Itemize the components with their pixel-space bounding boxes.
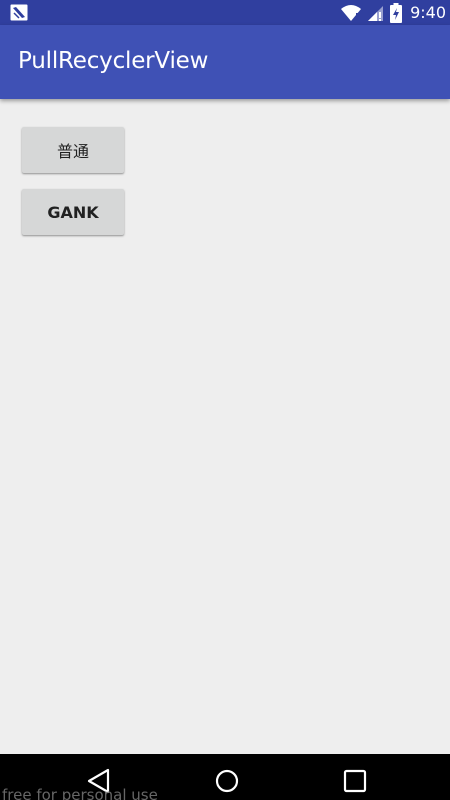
wifi-icon: [341, 4, 362, 22]
app-bar: PullRecyclerView: [0, 25, 450, 99]
main-content: 普通 GANK: [0, 99, 450, 754]
recents-icon[interactable]: [342, 768, 368, 794]
app-title: PullRecyclerView: [18, 48, 209, 74]
normal-button[interactable]: 普通: [22, 127, 124, 173]
status-time: 9:40: [410, 3, 446, 22]
status-bar: 9:40: [0, 0, 450, 25]
watermark-text: free for personal use: [2, 786, 158, 800]
gank-button[interactable]: GANK: [22, 189, 124, 235]
notification-icon: [10, 4, 28, 21]
cell-signal-icon: [368, 5, 384, 21]
app-screen: 9:40 PullRecyclerView 普通 GANK free for p…: [0, 0, 450, 800]
status-icons: 9:40: [340, 0, 446, 25]
home-icon[interactable]: [214, 768, 240, 794]
battery-icon: [390, 2, 403, 23]
